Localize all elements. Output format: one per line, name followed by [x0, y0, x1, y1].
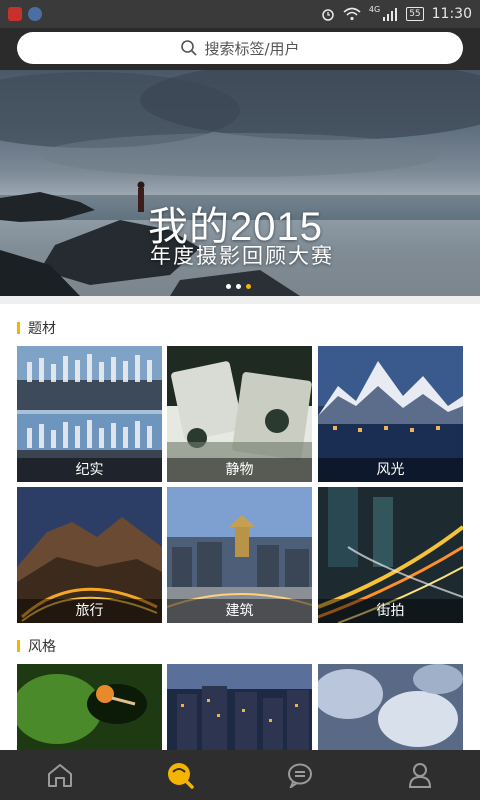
network-type: 4G	[368, 4, 381, 14]
battery-indicator: 55	[406, 7, 424, 21]
nav-messages[interactable]	[280, 755, 320, 795]
category-tile-landscape[interactable]: 风光	[318, 346, 463, 482]
nav-discover[interactable]	[160, 755, 200, 795]
search-header: 搜索标签/用户	[0, 28, 480, 70]
tile-label: 风光	[318, 458, 463, 482]
divider	[0, 296, 480, 304]
ice-photo	[318, 664, 463, 750]
snail-macro-photo	[17, 664, 162, 750]
category-tile-still-life[interactable]: 静物	[167, 346, 312, 482]
section-title: 风格	[28, 639, 56, 655]
category-tile-architecture[interactable]: 建筑	[167, 487, 312, 623]
search-placeholder: 搜索标签/用户	[204, 39, 300, 58]
section-accent-bar	[17, 322, 20, 334]
search-icon	[181, 40, 198, 56]
notification-app-icon	[8, 7, 22, 21]
nav-profile[interactable]	[400, 755, 440, 795]
category-tile-documentary[interactable]: 纪实	[17, 346, 162, 482]
signal-icon	[383, 8, 398, 21]
message-icon	[288, 763, 312, 788]
status-bar: 4G 55 11:30	[0, 0, 480, 28]
night-city-photo	[167, 664, 312, 750]
section-header-subject: 题材	[17, 318, 56, 338]
wifi-icon	[343, 7, 361, 21]
category-tile-travel[interactable]: 旅行	[17, 487, 162, 623]
banner-carousel[interactable]: 我的2015 年度摄影回顾大赛	[0, 70, 480, 296]
discover-icon	[168, 763, 194, 789]
profile-icon	[408, 763, 432, 788]
alarm-icon	[322, 9, 334, 21]
notification-shield-icon	[28, 7, 42, 21]
carousel-indicator	[226, 284, 251, 289]
carousel-dot	[226, 284, 231, 289]
style-tile-macro[interactable]	[17, 664, 162, 750]
style-tile-ice[interactable]	[318, 664, 463, 750]
carousel-dot-active	[246, 284, 251, 289]
carousel-dot	[236, 284, 241, 289]
section-header-style: 风格	[17, 636, 56, 656]
section-title: 题材	[28, 321, 56, 337]
banner-subtitle: 年度摄影回顾大赛	[150, 244, 334, 268]
status-time: 11:30	[431, 6, 472, 22]
nav-home[interactable]	[40, 755, 80, 795]
category-tile-street[interactable]: 街拍	[318, 487, 463, 623]
tile-label: 旅行	[17, 599, 162, 623]
search-input[interactable]: 搜索标签/用户	[17, 32, 463, 64]
tile-label: 纪实	[17, 458, 162, 482]
tile-label: 街拍	[318, 599, 463, 623]
style-tile-night-city[interactable]	[167, 664, 312, 750]
tile-label: 建筑	[167, 599, 312, 623]
bottom-nav	[0, 750, 480, 800]
section-accent-bar	[17, 640, 20, 652]
home-icon	[48, 764, 72, 787]
tile-label: 静物	[167, 458, 312, 482]
